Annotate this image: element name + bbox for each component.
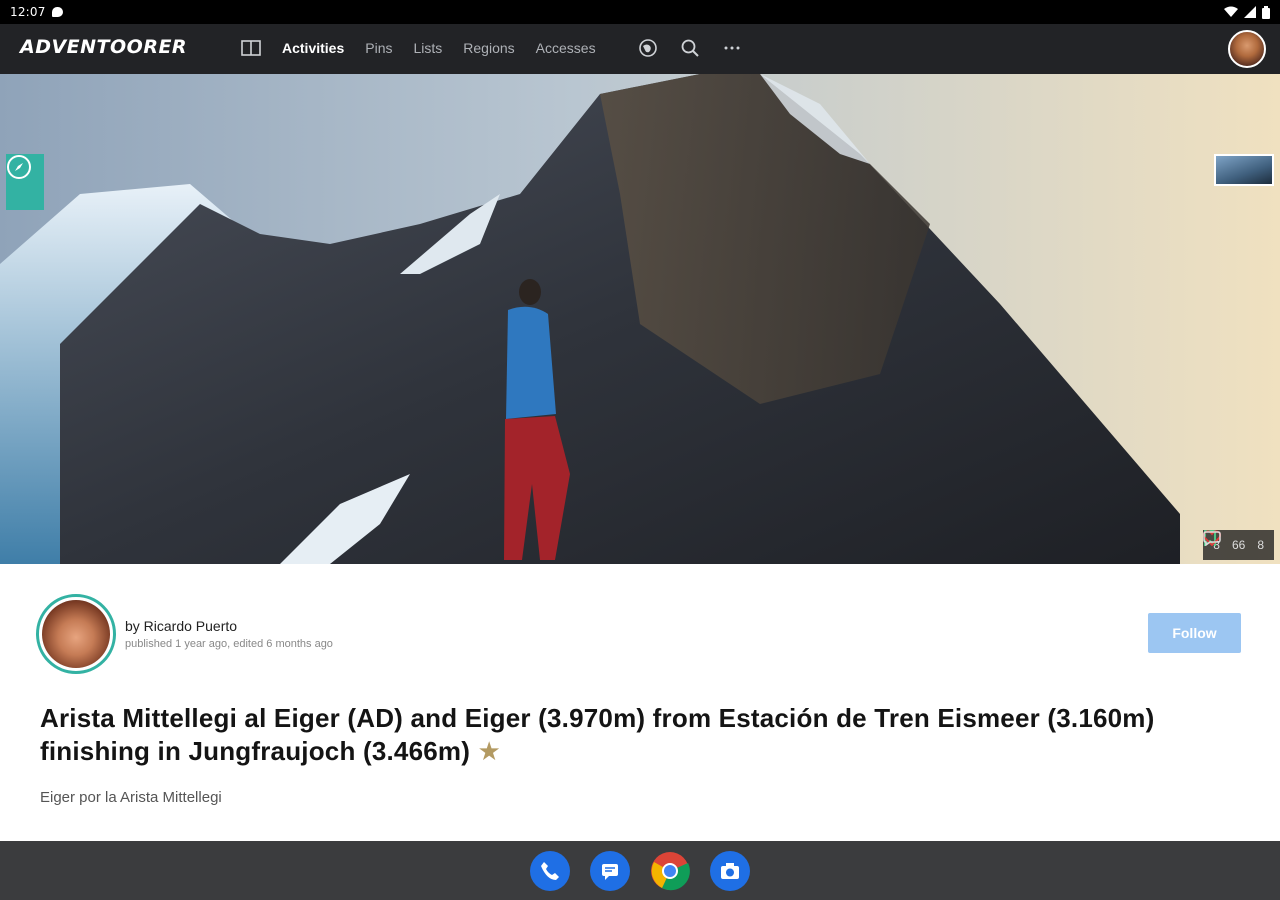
comment-count: 8 — [1257, 538, 1264, 552]
status-bar: 12:07 — [0, 0, 1280, 24]
hero-image: 8 66 8 — [0, 74, 1280, 564]
like-count: 66 — [1231, 538, 1246, 552]
like-stat[interactable]: 66 — [1203, 530, 1246, 552]
nav-activities[interactable]: Activities — [282, 37, 344, 59]
post-title: Arista Mittellegi al Eiger (AD) and Eige… — [40, 702, 1250, 768]
user-avatar[interactable] — [1228, 30, 1266, 68]
android-dock — [0, 841, 1280, 900]
photo-thumbnail[interactable] — [1214, 154, 1274, 186]
status-time: 12:07 — [10, 5, 46, 19]
author-name[interactable]: by Ricardo Puerto — [125, 618, 237, 634]
main-nav: Activities Pins Lists Regions Accesses — [240, 37, 743, 59]
post-stats: 8 66 8 — [1203, 530, 1274, 560]
more-icon[interactable] — [721, 37, 743, 59]
app-header: ADVENTOORER Activities Pins Lists Region… — [0, 24, 1280, 74]
camera-icon[interactable] — [710, 850, 750, 891]
star-icon[interactable]: ★ — [478, 736, 502, 766]
book-icon[interactable] — [240, 37, 262, 59]
post-subtitle: Eiger por la Arista Mittellegi — [40, 789, 222, 806]
author-avatar[interactable] — [36, 594, 116, 674]
cell-signal-icon — [1244, 6, 1256, 18]
nav-lists[interactable]: Lists — [413, 37, 442, 59]
author-photo — [42, 600, 110, 668]
post-meta: published 1 year ago, edited 6 months ag… — [125, 638, 333, 650]
messages-icon[interactable] — [590, 850, 630, 891]
follow-button[interactable]: Follow — [1148, 613, 1241, 653]
post-title-text: Arista Mittellegi al Eiger (AD) and Eige… — [40, 703, 1155, 766]
nav-regions[interactable]: Regions — [463, 37, 514, 59]
battery-icon — [1262, 5, 1270, 19]
chrome-icon[interactable] — [650, 851, 690, 891]
nav-pins[interactable]: Pins — [365, 37, 392, 59]
comment-icon — [1203, 531, 1222, 546]
comment-stat[interactable]: 8 — [1203, 531, 1264, 552]
search-icon[interactable] — [679, 37, 701, 59]
compass-icon[interactable] — [6, 154, 44, 210]
phone-icon[interactable] — [530, 850, 570, 891]
app-logo[interactable]: ADVENTOORER — [20, 36, 187, 58]
globe-icon[interactable] — [637, 37, 659, 59]
chat-notification-icon — [51, 7, 63, 17]
wifi-icon — [1224, 6, 1238, 17]
nav-accesses[interactable]: Accesses — [536, 37, 596, 59]
mountain-photo — [0, 74, 1280, 564]
